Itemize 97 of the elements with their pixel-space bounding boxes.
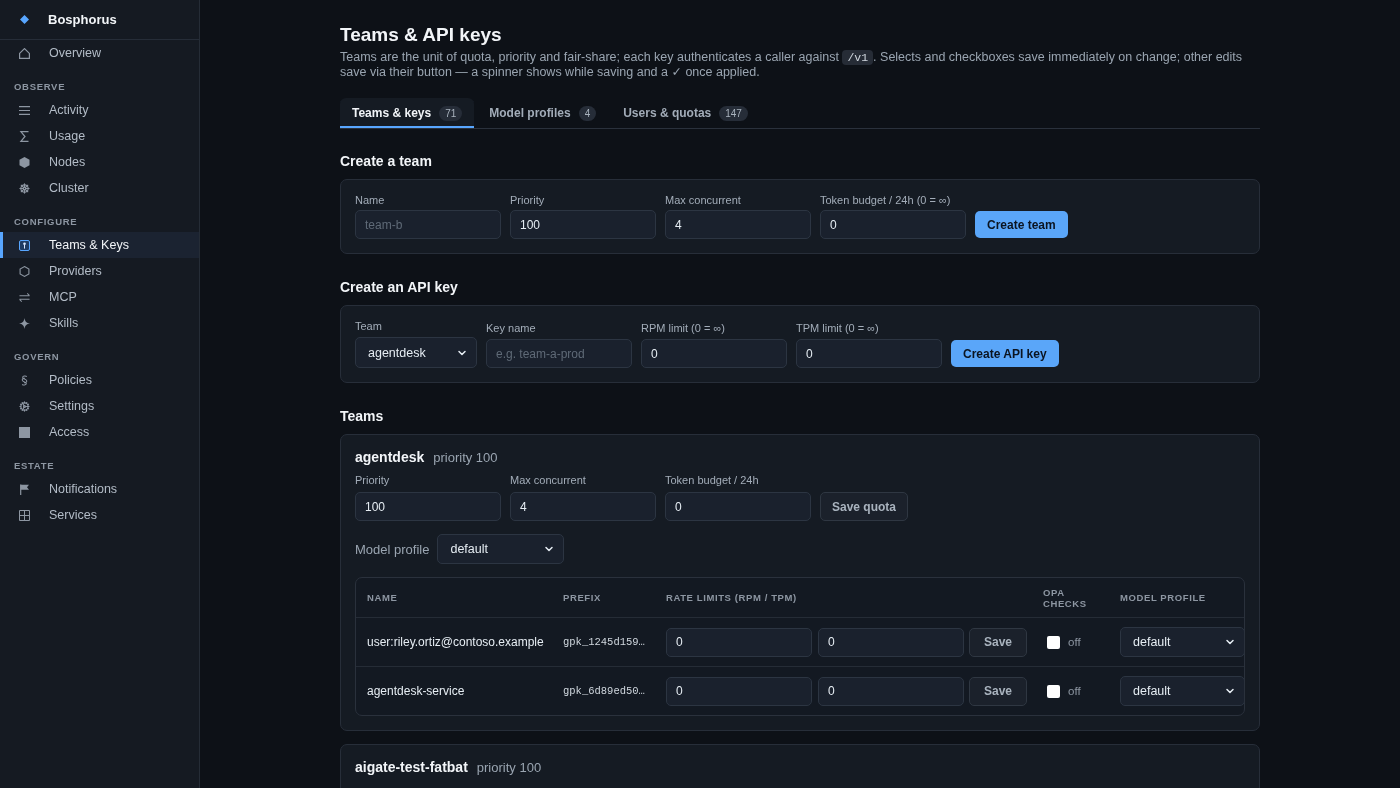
house-icon — [19, 47, 30, 59]
key-icon — [19, 239, 30, 251]
nav-item[interactable]: Activity — [0, 97, 199, 123]
tab[interactable]: Model profiles 4 — [477, 98, 609, 128]
team-name: agentdesk — [355, 449, 425, 466]
square-icon — [19, 426, 30, 438]
sparkle-icon — [19, 317, 30, 329]
key-prefix-text: gpk_6d89ed50… — [563, 685, 645, 697]
field-label: Priority — [510, 194, 545, 207]
field-label: RPM limit (0 = ∞) — [641, 322, 725, 335]
field-label: TPM limit (0 = ∞) — [796, 322, 879, 335]
column-header: MODEL PROFILE — [1120, 592, 1206, 603]
input-field[interactable]: 0 — [665, 492, 811, 521]
field-label: Max concurrent — [510, 474, 586, 487]
checkbox-label: off — [1068, 636, 1081, 648]
input-field[interactable]: team-b — [355, 210, 501, 239]
key-name-text: agentdesk-service — [367, 684, 465, 698]
column-header: OPA CHECKS — [1043, 586, 1088, 609]
nav-item[interactable]: Policies — [0, 367, 199, 393]
nav-item[interactable]: Teams & Keys — [0, 232, 199, 258]
team-priority: priority 100 — [476, 760, 542, 775]
field-label: Team — [355, 320, 382, 333]
column-header: RATE LIMITS (RPM / TPM) — [666, 592, 797, 603]
nav-item[interactable]: Notifications — [0, 476, 199, 502]
page-title: Teams & API keys — [340, 24, 502, 46]
save-quota-button[interactable]: Save quota — [820, 492, 909, 521]
nav-section-title: CONFIGURE — [14, 215, 78, 228]
ship-wheel-icon — [19, 182, 30, 194]
column-header: NAME — [367, 592, 398, 603]
input-field[interactable]: 4 — [510, 492, 656, 521]
nav-item[interactable]: Access — [0, 419, 199, 445]
team-priority: priority 100 — [433, 450, 498, 465]
tab[interactable]: Users & quotas 147 — [611, 98, 760, 128]
hexagon-icon — [19, 265, 30, 277]
field-label: Token budget / 24h (0 = ∞) — [820, 194, 951, 207]
field-label: Key name — [486, 322, 536, 335]
grid-icon — [19, 509, 30, 521]
input-field[interactable]: 0 — [818, 676, 964, 706]
field-label: Max concurrent — [665, 194, 741, 207]
nav-section-title: GOVERN — [14, 350, 60, 363]
checkbox-label: off — [1068, 685, 1081, 697]
column-header: PREFIX — [563, 592, 601, 603]
count-badge: 147 — [719, 105, 748, 121]
brand-name: Bosphorus — [48, 12, 117, 27]
key-prefix-text: gpk_1245d159… — [563, 636, 645, 648]
input-field[interactable]: 0 — [641, 339, 787, 368]
save-button[interactable]: Save — [969, 676, 1028, 706]
section-heading: Create a team — [340, 153, 432, 170]
input-field[interactable]: e.g. team-a-prod — [486, 339, 632, 368]
dropdown-select[interactable]: default — [1120, 676, 1244, 706]
nav-section-title: ESTATE — [14, 459, 55, 472]
sigma-icon — [19, 130, 30, 142]
arrows-icon — [19, 291, 30, 303]
input-field[interactable]: 0 — [666, 676, 812, 706]
nav-item[interactable]: Nodes — [0, 149, 199, 175]
nav-item[interactable]: Cluster — [0, 175, 199, 201]
save-button[interactable]: Save — [969, 627, 1028, 657]
dropdown-select[interactable]: default — [437, 534, 565, 564]
field-label: Name — [355, 194, 385, 207]
page-description: Teams are the unit of quota, priority and fair-share; each key authenticates a caller against /v1 . Selects and checkboxes save immediately on change; other edits save via their button — a spinner shows while saving and a ✓ once applied. — [340, 50, 1244, 80]
input-field[interactable]: 0 — [796, 339, 942, 368]
count-badge: 4 — [578, 105, 597, 121]
section-heading: Create an API key — [340, 279, 458, 296]
input-field[interactable]: 100 — [355, 492, 501, 521]
tab[interactable]: Teams & keys 71 — [340, 98, 475, 128]
create-api-key-button[interactable]: Create API key — [951, 340, 1059, 367]
dropdown-select[interactable]: agentdesk — [355, 337, 477, 368]
key-name-text: user:riley.ortiz@contoso.example — [367, 635, 544, 649]
nav-item[interactable]: Settings — [0, 393, 199, 419]
hexagon-icon — [19, 156, 30, 168]
nav-item[interactable]: Skills — [0, 310, 199, 336]
input-field[interactable]: 4 — [665, 210, 811, 239]
input-field[interactable]: 0 — [666, 627, 812, 657]
nav-item[interactable]: Services — [0, 502, 199, 528]
nav-section-title: OBSERVE — [14, 80, 66, 93]
dropdown-select[interactable]: default — [1120, 627, 1244, 657]
flag-icon — [19, 483, 30, 495]
input-field[interactable]: 100 — [510, 210, 656, 239]
field-label: Priority — [355, 474, 390, 487]
checkbox[interactable] — [1047, 635, 1060, 649]
gear-icon — [19, 400, 30, 412]
create-team-button[interactable]: Create team — [975, 211, 1068, 238]
nav-item[interactable]: Overview — [0, 40, 199, 66]
nav-item[interactable]: MCP — [0, 284, 199, 310]
input-field[interactable]: 0 — [818, 627, 964, 657]
list-icon — [19, 104, 30, 116]
team-name: aigate-test-fatbat — [355, 759, 468, 776]
section-heading: Teams — [340, 408, 384, 425]
section-sign-icon — [19, 374, 30, 386]
diamond-logo-icon — [20, 15, 29, 24]
input-field[interactable]: 0 — [820, 210, 966, 239]
nav-item[interactable]: Providers — [0, 258, 199, 284]
field-label: Model profile — [355, 541, 430, 557]
nav-item[interactable]: Usage — [0, 123, 199, 149]
checkbox[interactable] — [1047, 684, 1060, 698]
field-label: Token budget / 24h — [665, 474, 759, 487]
count-badge: 71 — [439, 105, 463, 121]
